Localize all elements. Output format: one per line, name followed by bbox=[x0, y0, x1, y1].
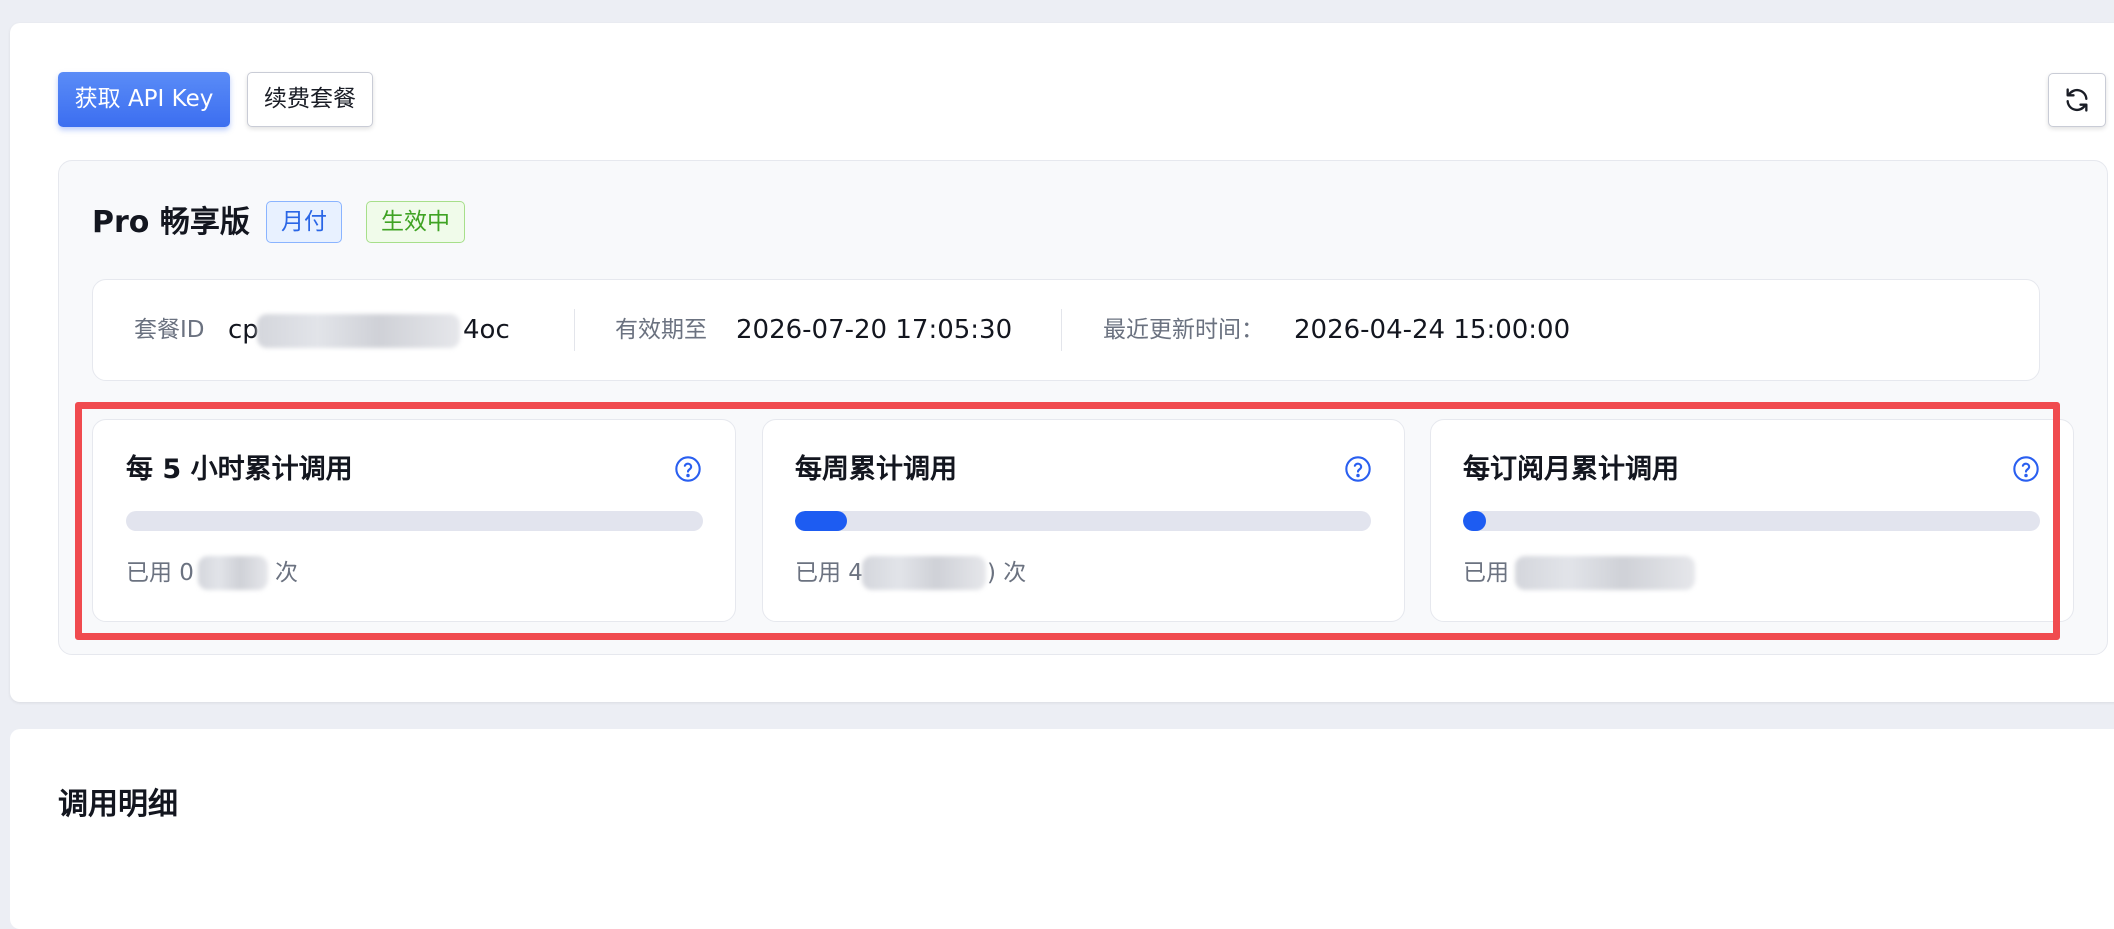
question-circle-icon[interactable] bbox=[674, 455, 702, 483]
billing-tag: 月付 bbox=[266, 201, 342, 243]
expiry-value: 2026-07-20 17:05:30 bbox=[736, 315, 1013, 345]
usage-title: 每周累计调用 bbox=[795, 454, 957, 485]
usage-detail-card bbox=[10, 729, 2114, 929]
usage-used-prefix: 已用 bbox=[1463, 560, 1509, 586]
refresh-icon bbox=[2066, 88, 2088, 112]
question-circle-icon[interactable] bbox=[2012, 455, 2040, 483]
question-circle-icon[interactable] bbox=[1344, 455, 1372, 483]
renew-plan-button[interactable]: 续费套餐 bbox=[247, 72, 373, 127]
updated-label: 最近更新时间： bbox=[1103, 317, 1264, 343]
usage-used-redacted bbox=[862, 556, 986, 590]
refresh-button[interactable] bbox=[2048, 73, 2106, 127]
plan-id-redacted bbox=[257, 314, 460, 348]
usage-progress-bar bbox=[1463, 511, 2040, 531]
usage-title: 每 5 小时累计调用 bbox=[126, 454, 353, 485]
info-divider bbox=[574, 309, 575, 351]
get-api-key-button[interactable]: 获取 API Key bbox=[58, 72, 230, 127]
usage-used-suffix: 次 bbox=[275, 560, 298, 586]
usage-used-prefix: 已用 0 bbox=[126, 560, 194, 586]
plan-id-label: 套餐ID bbox=[134, 317, 205, 343]
plan-name: Pro 畅享版 bbox=[92, 205, 250, 240]
updated-value: 2026-04-24 15:00:00 bbox=[1294, 315, 1571, 345]
usage-used-prefix: 已用 4 bbox=[795, 560, 863, 586]
usage-progress-bar bbox=[126, 511, 703, 531]
usage-progress-fill bbox=[795, 511, 847, 531]
usage-used-redacted bbox=[1515, 556, 1695, 590]
usage-used-suffix: ) 次 bbox=[987, 560, 1027, 586]
plan-id-prefix[interactable]: cp bbox=[228, 311, 259, 349]
usage-used-redacted bbox=[198, 556, 268, 590]
plan-id-suffix[interactable]: 4oc bbox=[463, 311, 510, 349]
usage-detail-title: 调用明细 bbox=[58, 787, 178, 822]
usage-progress-fill bbox=[1463, 511, 1486, 531]
info-divider bbox=[1061, 309, 1062, 351]
usage-progress-bar bbox=[795, 511, 1371, 531]
usage-title: 每订阅月累计调用 bbox=[1463, 454, 1679, 485]
status-badge: 生效中 bbox=[366, 201, 465, 243]
expiry-label: 有效期至 bbox=[615, 317, 707, 343]
